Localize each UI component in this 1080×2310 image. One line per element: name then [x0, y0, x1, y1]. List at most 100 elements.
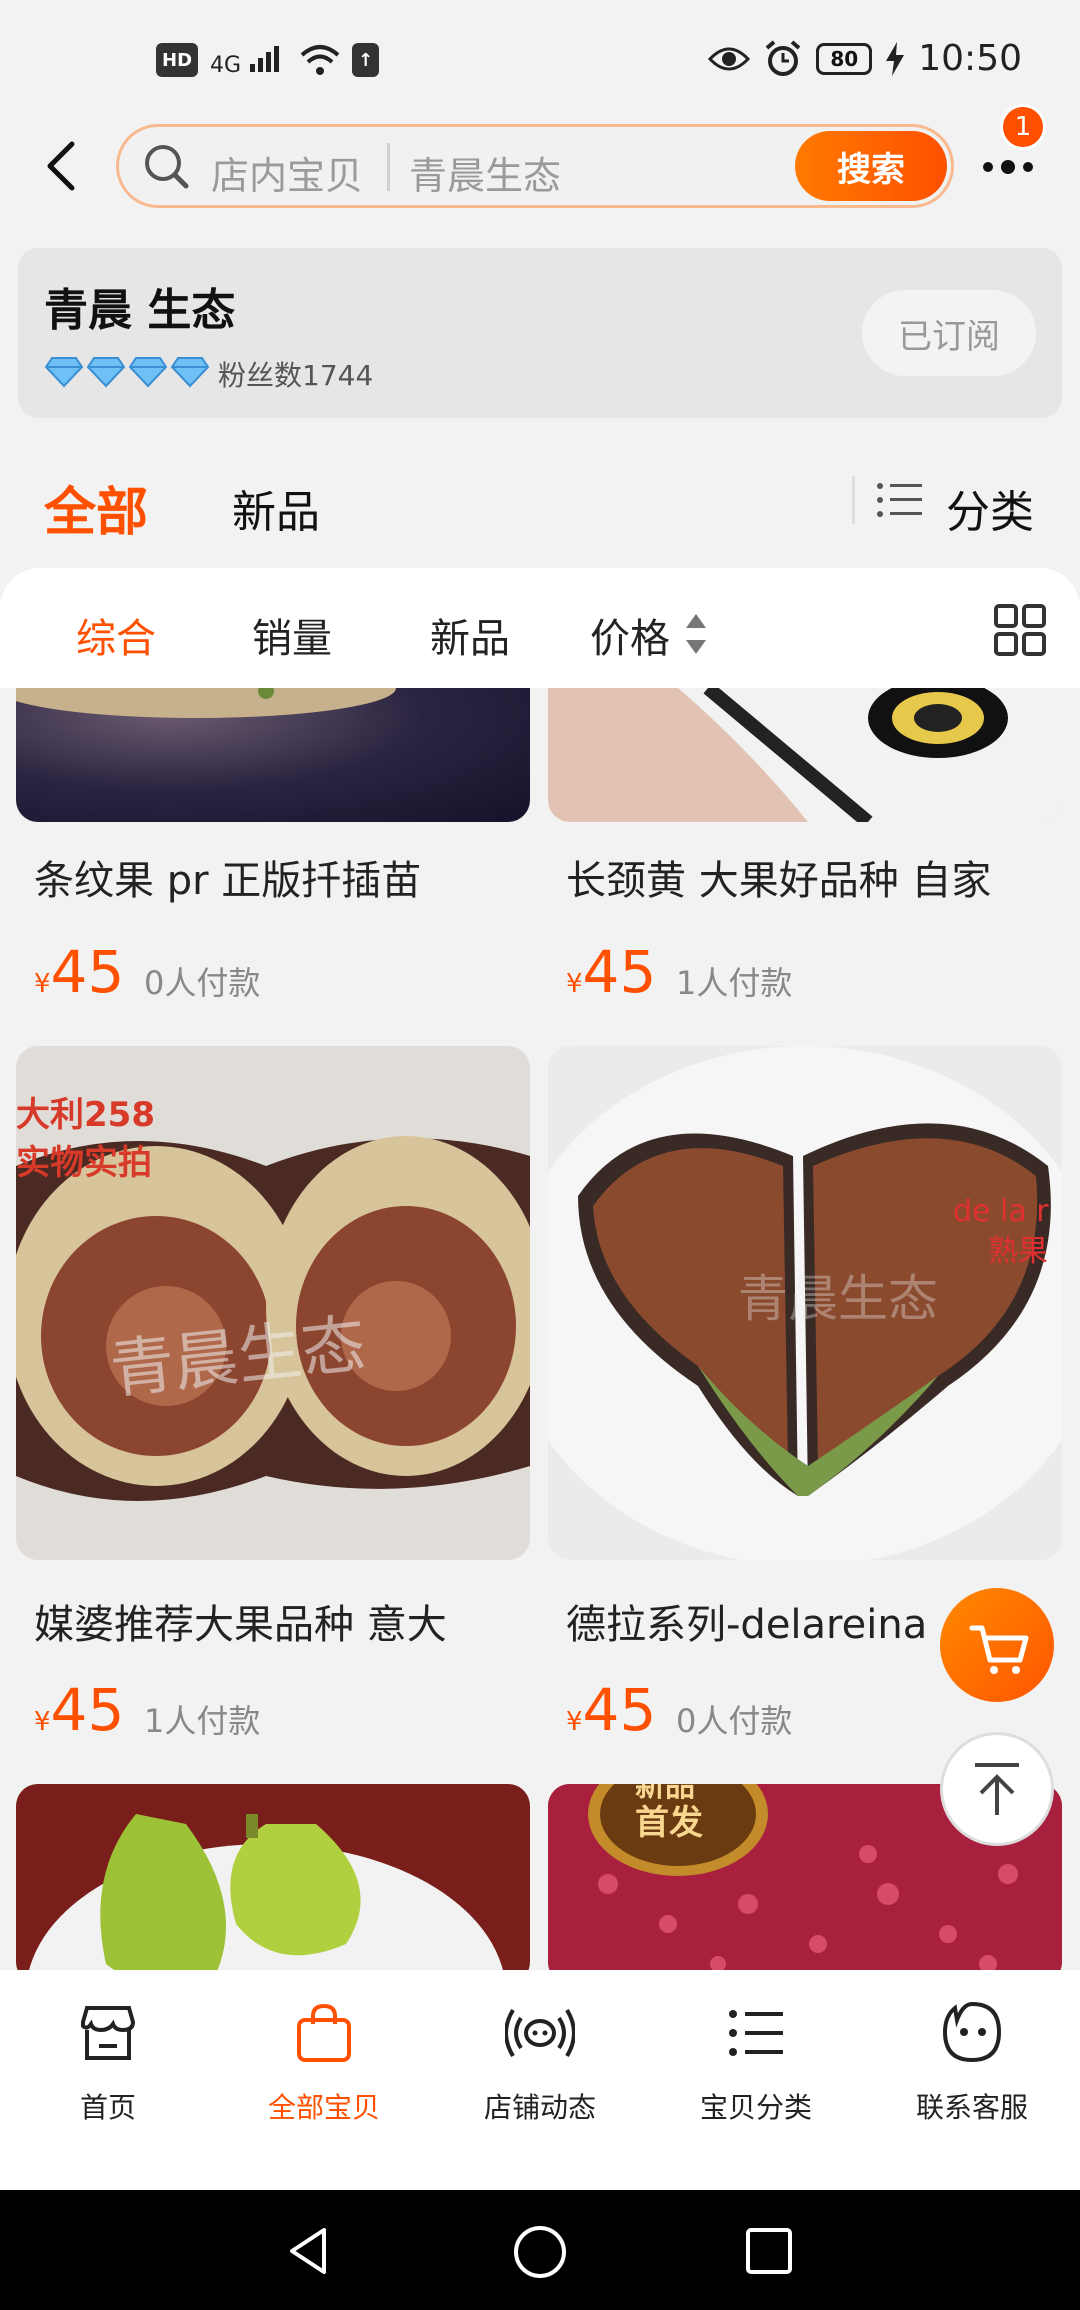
product-price: ¥45	[566, 1676, 656, 1744]
search-button[interactable]: 搜索	[795, 131, 947, 201]
product-image: de la r 熟果 青晨生态	[548, 1046, 1062, 1560]
alarm-icon	[765, 39, 801, 76]
product-image	[548, 688, 1062, 822]
nav-label: 联系客服	[915, 2091, 1028, 2124]
grid-view-icon[interactable]	[994, 604, 1046, 656]
nav-customer-service[interactable]: 联系客服	[872, 1998, 1072, 2148]
page: HD 4G ↑ 80 10:50 店内宝贝 青晨生态 搜索 1 青晨 生态 粉丝…	[0, 0, 1080, 2310]
nav-label: 宝贝分类	[699, 2091, 812, 2124]
product-title: 长颈黄 大果好品种 自家	[566, 858, 992, 904]
nav-label: 首页	[79, 2091, 136, 2124]
product-price: ¥45	[566, 938, 656, 1006]
system-recents-icon[interactable]	[744, 2226, 794, 2276]
search-bar[interactable]: 店内宝贝 青晨生态 搜索	[116, 124, 954, 208]
status-bar: HD 4G ↑ 80 10:50	[0, 0, 1080, 120]
badge-text: 新品	[635, 1784, 695, 1804]
sort-sales[interactable]: 销量	[252, 606, 332, 664]
price-value: 45	[50, 938, 125, 1006]
nav-home[interactable]: 首页	[8, 1998, 208, 2148]
shop-info-card[interactable]: 青晨 生态 粉丝数1744 已订阅	[18, 248, 1062, 418]
paid-count: 0人付款	[144, 964, 261, 1002]
paid-count: 1人付款	[676, 964, 793, 1002]
search-placeholder: 店内宝贝	[211, 154, 364, 198]
currency-symbol: ¥	[566, 1707, 583, 1737]
price-value: 45	[582, 938, 657, 1006]
system-back-icon[interactable]	[282, 2224, 336, 2278]
diamond-icon	[128, 357, 168, 388]
sort-price-arrows-icon[interactable]	[682, 612, 710, 656]
image-watermark: 青晨生态	[738, 1270, 938, 1328]
nav-categories[interactable]: 宝贝分类	[656, 1998, 856, 2148]
shop-name: 青晨 生态	[44, 285, 236, 336]
product-card[interactable]	[16, 1784, 530, 1970]
image-overlay-text: de la r	[953, 1194, 1049, 1229]
store-icon	[81, 2006, 136, 2060]
broadcast-icon	[505, 2008, 575, 2058]
product-image: 大利258 实物实拍 青晨生态	[16, 1046, 530, 1560]
nav-label: 全部宝贝	[267, 2091, 380, 2124]
subscribe-button[interactable]: 已订阅	[862, 290, 1036, 376]
image-overlay-text: 实物实拍	[16, 1143, 152, 1183]
system-home-icon[interactable]	[512, 2224, 568, 2280]
sort-comprehensive[interactable]: 综合	[76, 606, 156, 664]
currency-symbol: ¥	[34, 1707, 51, 1737]
charging-icon	[886, 41, 905, 76]
product-grid: 条纹果 pr 正版扦插苗 ¥45 0人付款 长颈黄 大果好品种 自家 ¥45 1…	[0, 688, 1080, 1970]
upload-icon: ↑	[352, 43, 380, 77]
diamond-icon	[86, 357, 126, 388]
bottom-nav: 首页 全部宝贝 店铺动态 宝贝分类 联系客服	[0, 1970, 1080, 2190]
tab-new[interactable]: 新品	[232, 476, 320, 540]
fans-count: 粉丝数1744	[218, 359, 374, 392]
battery-indicator: 80	[816, 42, 873, 75]
shopping-bag-icon	[297, 2003, 351, 2062]
image-overlay-text: 大利258	[16, 1095, 155, 1135]
eye-icon	[708, 47, 751, 70]
search-shop-name: 青晨生态	[409, 154, 562, 198]
tab-category[interactable]: 分类	[946, 476, 1034, 540]
paid-count: 0人付款	[676, 1702, 793, 1740]
product-title: 媒婆推荐大果品种 意大	[34, 1602, 447, 1648]
cart-button[interactable]	[940, 1588, 1054, 1702]
sort-price[interactable]: 价格	[590, 606, 670, 664]
product-card[interactable]: 大利258 实物实拍 青晨生态 媒婆推荐大果品种 意大 ¥45 1人付款	[16, 1046, 530, 1746]
badge-text: 首发	[635, 1803, 703, 1843]
nav-label: 店铺动态	[483, 2091, 596, 2124]
shop-rating	[44, 356, 210, 388]
chat-icon	[942, 2001, 1002, 2063]
nav-all-items[interactable]: 全部宝贝	[224, 1998, 424, 2148]
network-type: 4G	[210, 53, 242, 78]
product-image	[16, 1784, 530, 1970]
search-divider	[387, 143, 390, 191]
search-icon	[145, 145, 189, 189]
sort-new[interactable]: 新品	[430, 606, 510, 664]
network-indicator: 4G	[210, 42, 288, 78]
product-image	[16, 688, 530, 822]
diamond-icon	[44, 357, 84, 388]
back-arrow-icon[interactable]	[40, 138, 84, 194]
tab-all[interactable]: 全部	[44, 470, 148, 545]
list-icon	[729, 2010, 783, 2056]
currency-symbol: ¥	[34, 969, 51, 999]
shop-tabs: 全部 新品 分类	[0, 440, 1080, 570]
category-list-icon[interactable]	[876, 480, 924, 520]
signal-icon	[250, 46, 280, 72]
product-price: ¥45	[34, 938, 124, 1006]
paid-count: 1人付款	[144, 1702, 261, 1740]
product-card[interactable]: 条纹果 pr 正版扦插苗 ¥45 0人付款	[16, 688, 530, 1008]
back-to-top-button[interactable]	[940, 1732, 1054, 1846]
system-nav-bar	[0, 2190, 1080, 2310]
notification-badge: 1	[1000, 104, 1046, 150]
tab-divider	[852, 476, 855, 524]
price-value: 45	[582, 1676, 657, 1744]
product-price: ¥45	[34, 1676, 124, 1744]
sort-bar: 综合 销量 新品 价格	[0, 568, 1080, 688]
hd-indicator: HD	[156, 43, 199, 77]
wifi-icon	[300, 45, 340, 75]
price-value: 45	[50, 1676, 125, 1744]
product-card[interactable]: 长颈黄 大果好品种 自家 ¥45 1人付款	[548, 688, 1062, 1008]
image-overlay-text: 熟果	[988, 1234, 1048, 1269]
currency-symbol: ¥	[566, 969, 583, 999]
arrow-up-icon	[975, 1763, 1019, 1815]
clock: 10:50	[918, 38, 1022, 79]
nav-shop-feed[interactable]: 店铺动态	[440, 1998, 640, 2148]
